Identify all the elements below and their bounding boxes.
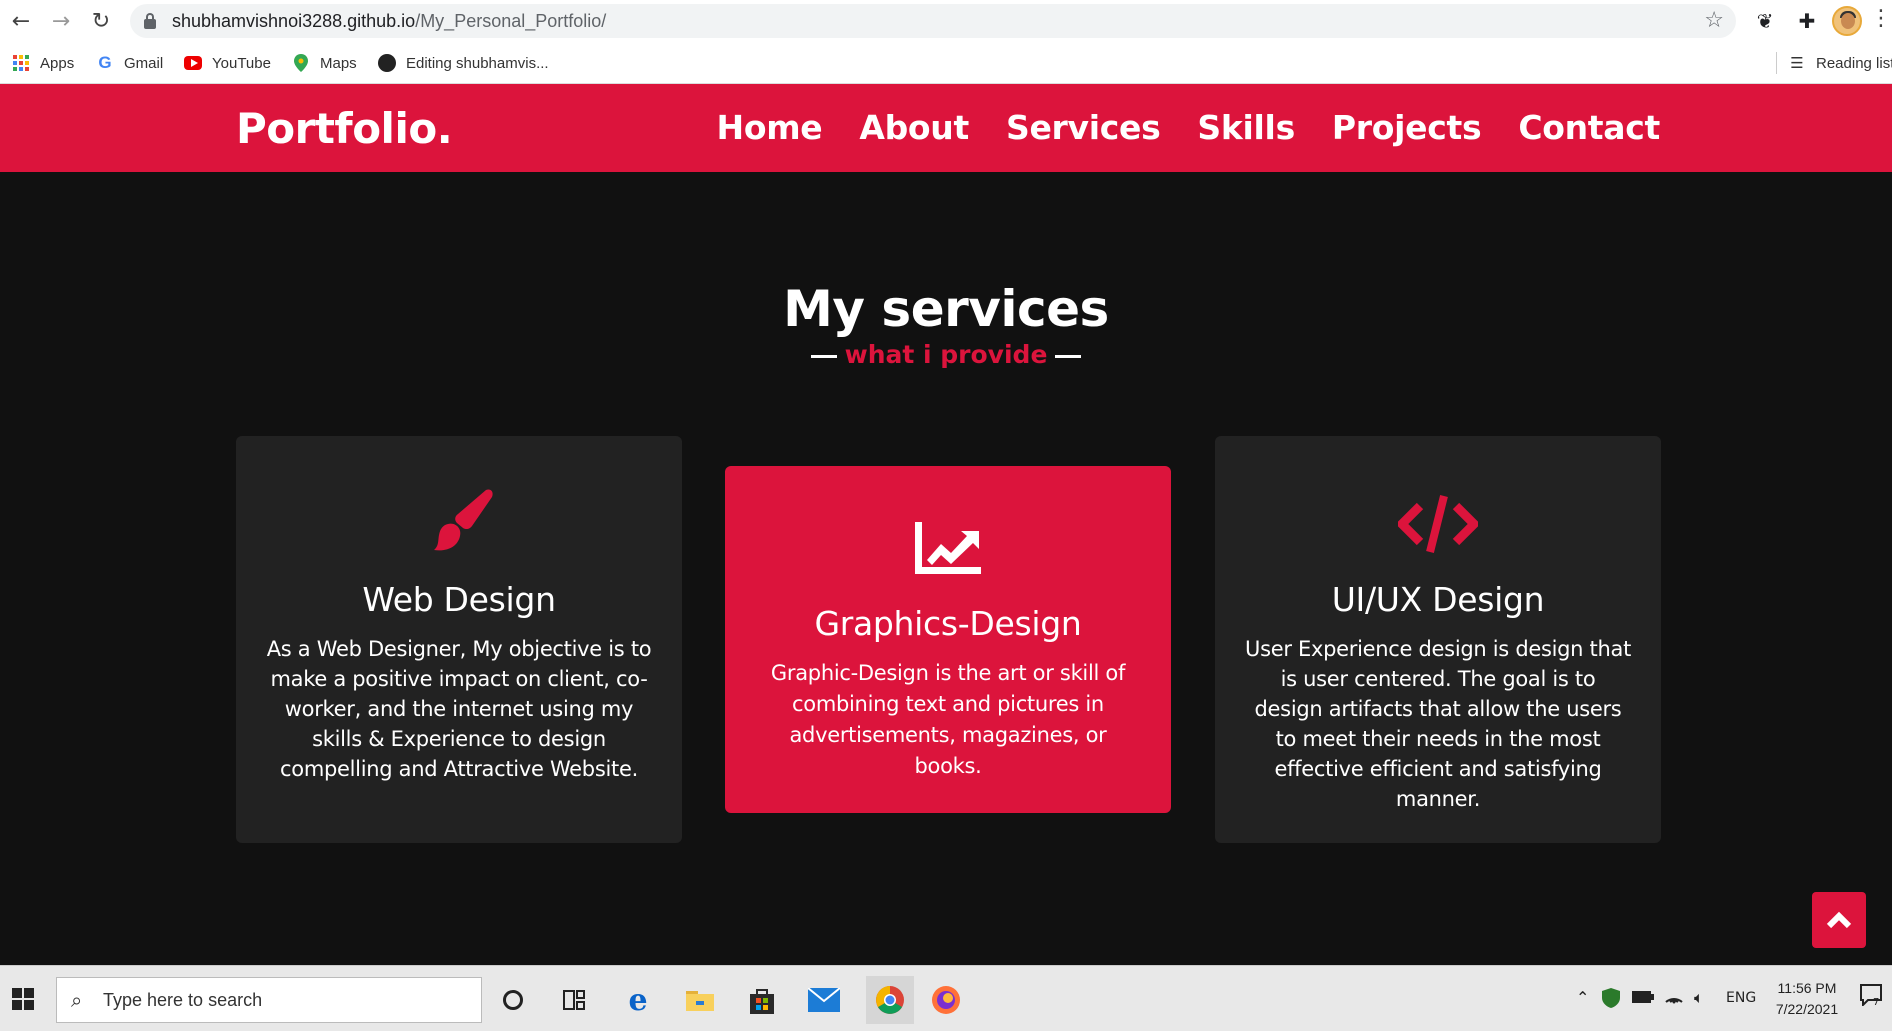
puzzle-extensions-icon[interactable]: ✚ xyxy=(1794,8,1820,34)
extension-icon[interactable]: ❦ xyxy=(1752,8,1778,34)
apps-grid-icon xyxy=(12,54,30,72)
notification-count: 7 xyxy=(1873,997,1879,1006)
bookmarks-bar: Apps G Gmail YouTube Maps Editing shubha… xyxy=(0,42,1892,84)
reload-icon[interactable]: ↻ xyxy=(86,6,116,36)
firefox-icon[interactable] xyxy=(926,980,966,1020)
reading-list-icon: ☰ xyxy=(1790,54,1804,72)
chrome-icon[interactable] xyxy=(866,976,914,1024)
service-card-uiux-design[interactable]: UI/UX Design User Experience design is d… xyxy=(1215,436,1661,843)
service-title: UI/UX Design xyxy=(1331,580,1545,619)
bookmark-star-icon[interactable]: ☆ xyxy=(1704,8,1724,33)
service-description: As a Web Designer, My objective is to ma… xyxy=(266,637,652,781)
security-shield-icon[interactable] xyxy=(1602,988,1620,1012)
wifi-icon[interactable] xyxy=(1664,988,1684,1008)
taskbar-clock[interactable]: 11:56 PM 7/22/2021 xyxy=(1772,978,1842,1020)
nav-about[interactable]: About xyxy=(859,108,969,147)
bookmark-apps[interactable]: Apps xyxy=(12,50,74,76)
forward-icon[interactable]: → xyxy=(46,6,76,36)
tray-chevron-up-icon[interactable]: ⌃ xyxy=(1576,988,1589,1007)
site-logo[interactable]: Portfolio. xyxy=(236,104,453,153)
task-view-icon[interactable] xyxy=(554,980,594,1020)
service-card-web-design[interactable]: Web Design As a Web Designer, My objecti… xyxy=(236,436,682,843)
back-icon[interactable]: ← xyxy=(6,6,36,36)
language-indicator[interactable]: ENG xyxy=(1726,990,1756,1006)
chevron-up-icon xyxy=(1826,911,1852,929)
edge-browser-icon[interactable]: e xyxy=(618,980,658,1020)
services-section: My services what i provide Web Design As… xyxy=(0,172,1892,965)
taskbar: ⌕ Type here to search e ⌃ 🔈︎ ENG 11:56 P… xyxy=(0,965,1892,1031)
mail-icon[interactable] xyxy=(804,980,844,1020)
bookmarks-divider xyxy=(1776,52,1777,74)
main-nav: Home About Services Skills Projects Cont… xyxy=(717,108,1661,147)
profile-avatar[interactable] xyxy=(1832,6,1862,36)
service-description: Graphic-Design is the art or skill of co… xyxy=(770,661,1126,778)
bookmark-gmail[interactable]: G Gmail xyxy=(96,50,163,76)
site-header: Portfolio. Home About Services Skills Pr… xyxy=(0,84,1892,172)
nav-services[interactable]: Services xyxy=(1006,108,1161,147)
cortana-icon[interactable] xyxy=(493,980,533,1020)
file-explorer-icon[interactable] xyxy=(680,980,720,1020)
reading-list-button[interactable]: ☰ Reading list xyxy=(1788,50,1892,76)
maps-pin-icon xyxy=(292,54,310,72)
youtube-icon xyxy=(184,54,202,72)
nav-skills[interactable]: Skills xyxy=(1197,108,1295,147)
chart-line-icon xyxy=(725,522,1171,574)
battery-icon[interactable] xyxy=(1632,988,1654,1007)
google-icon: G xyxy=(98,53,112,72)
scroll-to-top-button[interactable] xyxy=(1812,892,1866,948)
nav-contact[interactable]: Contact xyxy=(1518,108,1660,147)
store-icon[interactable] xyxy=(742,980,782,1020)
code-icon xyxy=(1215,494,1661,554)
github-icon xyxy=(378,54,396,72)
service-title: Graphics-Design xyxy=(814,604,1082,643)
service-card-graphics-design[interactable]: Graphics-Design Graphic-Design is the ar… xyxy=(725,466,1171,813)
browser-toolbar: ← → ↻ shubhamvishnoi3288.github.io/My_Pe… xyxy=(0,0,1892,42)
address-bar[interactable]: shubhamvishnoi3288.github.io/My_Personal… xyxy=(130,4,1736,38)
bookmark-maps[interactable]: Maps xyxy=(292,50,357,76)
nav-projects[interactable]: Projects xyxy=(1332,108,1482,147)
service-description: User Experience design is design that is… xyxy=(1245,637,1632,811)
notification-center-icon[interactable]: 7 xyxy=(1860,984,1882,1010)
windows-start-icon[interactable] xyxy=(12,988,34,1010)
section-subtitle: what i provide xyxy=(0,340,1892,369)
nav-home[interactable]: Home xyxy=(717,108,823,147)
url-text: shubhamvishnoi3288.github.io/My_Personal… xyxy=(172,11,607,31)
taskbar-search-input[interactable]: ⌕ Type here to search xyxy=(56,977,482,1023)
section-title: My services xyxy=(783,280,1109,338)
service-title: Web Design xyxy=(362,580,556,619)
bookmark-youtube[interactable]: YouTube xyxy=(184,50,271,76)
lock-icon xyxy=(144,13,156,29)
volume-icon[interactable]: 🔈︎ xyxy=(1694,988,1704,1008)
menu-kebab-icon[interactable]: ⋮ xyxy=(1870,6,1892,31)
bookmark-github[interactable]: Editing shubhamvis... xyxy=(378,50,549,76)
search-icon: ⌕ xyxy=(71,988,83,1012)
paint-brush-icon xyxy=(236,488,682,554)
